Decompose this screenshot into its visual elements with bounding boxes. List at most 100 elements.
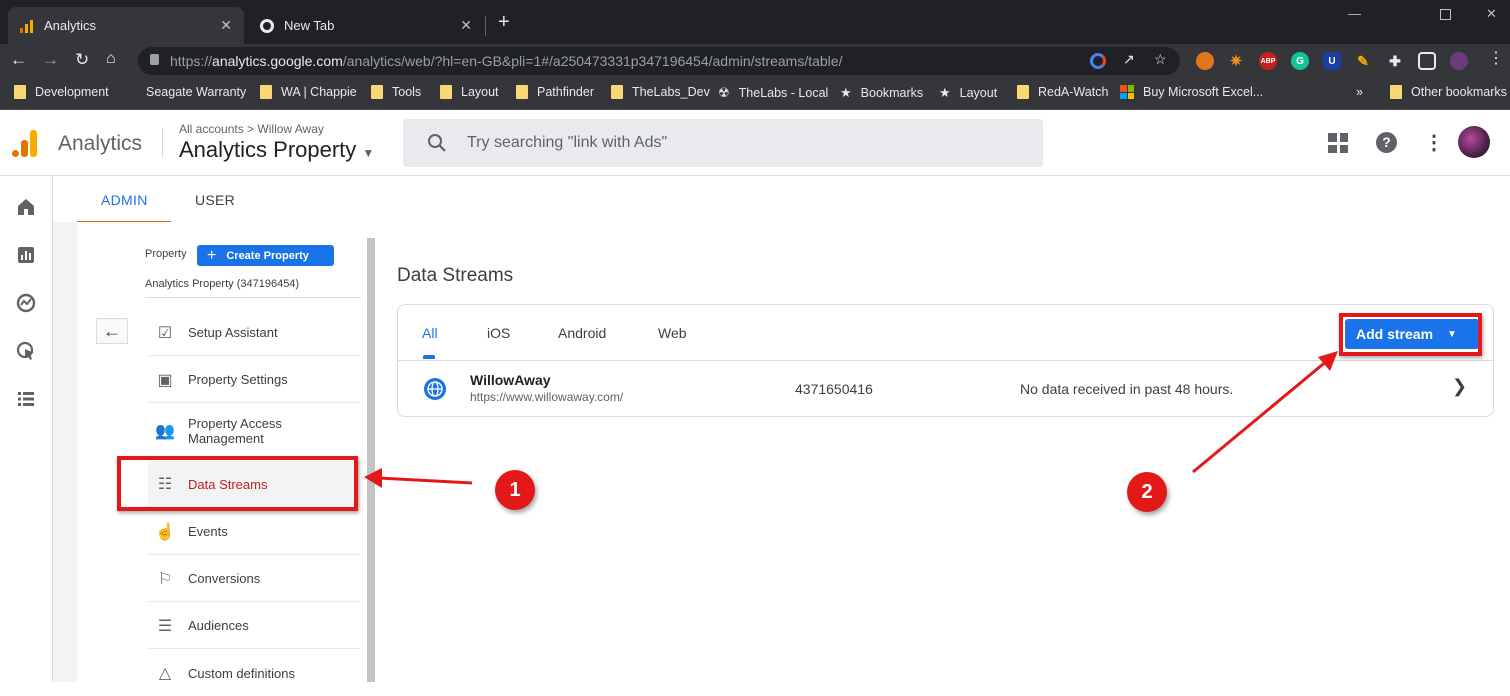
metamask-extension-icon[interactable] <box>1196 52 1214 70</box>
google-icon[interactable] <box>1090 53 1106 69</box>
bookmark-item[interactable]: Development <box>14 85 109 99</box>
close-window-icon[interactable]: ✕ <box>1486 6 1497 22</box>
reload-icon[interactable]: ↻ <box>75 50 89 70</box>
bookmark-item[interactable]: Pathfinder <box>516 85 594 99</box>
shapes-icon: △ <box>158 665 172 682</box>
grammarly-extension-icon[interactable]: G <box>1291 52 1309 70</box>
stream-name: WillowAway <box>470 372 551 388</box>
folder-icon <box>611 85 623 99</box>
bookmark-item[interactable]: Layout <box>440 85 499 99</box>
reports-icon[interactable] <box>15 244 37 266</box>
filter-tab-web[interactable]: Web <box>658 325 687 341</box>
search-input[interactable]: Try searching "link with Ads" <box>403 119 1043 167</box>
home-icon[interactable] <box>15 196 37 218</box>
bookmark-item[interactable]: Buy Microsoft Excel... <box>1120 85 1263 99</box>
bookmark-item[interactable]: WA | Chappie <box>260 85 357 99</box>
filter-tab-all[interactable]: All <box>422 325 438 341</box>
tab-new-tab[interactable]: New Tab ✕ <box>248 7 484 44</box>
advertising-icon[interactable] <box>15 340 37 362</box>
puzzle-extensions-icon[interactable]: ✚ <box>1386 52 1404 70</box>
browser-tab-bar: Analytics ✕ New Tab ✕ + — ✕ <box>0 0 1510 44</box>
chrome-favicon-icon <box>260 18 274 33</box>
nav-events[interactable]: ☝ Events <box>148 509 360 555</box>
bookmark-label: TheLabs_Dev <box>632 85 710 99</box>
nav-setup-assistant[interactable]: ☑ Setup Assistant <box>148 310 360 356</box>
help-icon[interactable]: ? <box>1376 132 1397 153</box>
analytics-logo-icon[interactable] <box>12 130 40 158</box>
forward-icon[interactable]: → <box>42 50 59 70</box>
u-extension-icon[interactable]: U <box>1323 52 1341 70</box>
bookmarks-overflow-icon[interactable]: » <box>1356 85 1363 99</box>
column-scrollbar[interactable] <box>367 238 375 682</box>
bookmark-item[interactable]: ☢ TheLabs - Local <box>718 85 828 101</box>
tab-title: Analytics <box>44 18 97 33</box>
close-tab-icon[interactable]: ✕ <box>460 17 472 34</box>
nav-audiences[interactable]: ☰ Audiences <box>148 603 360 649</box>
breadcrumb-account[interactable]: Willow Away <box>257 122 323 136</box>
more-options-icon[interactable]: ⋮ <box>1424 130 1444 155</box>
bookmark-item[interactable]: RedA-Watch <box>1017 85 1108 99</box>
explore-icon[interactable] <box>15 292 37 314</box>
create-property-button[interactable]: + Create Property <box>197 245 334 266</box>
property-label: Property <box>145 248 187 260</box>
tab-title: New Tab <box>284 18 335 33</box>
search-icon <box>428 134 446 152</box>
other-bookmarks[interactable]: Other bookmarks <box>1390 85 1507 99</box>
bookmark-label: Seagate Warranty <box>146 85 247 99</box>
color-extension-icon[interactable]: ✎ <box>1354 52 1372 70</box>
minimize-icon[interactable]: — <box>1348 6 1361 21</box>
stream-row[interactable]: WillowAway https://www.willowaway.com/ 4… <box>398 361 1493 417</box>
chevron-right-icon[interactable]: ❯ <box>1452 376 1467 397</box>
nav-conversions[interactable]: ⚐ Conversions <box>148 556 360 602</box>
property-selector[interactable]: Analytics Property ▼ <box>179 137 374 163</box>
bookmark-label: Development <box>35 85 109 99</box>
bookmark-label: Other bookmarks <box>1411 85 1507 99</box>
bookmark-label: Buy Microsoft Excel... <box>1143 85 1264 99</box>
bookmark-item[interactable]: ★ Layout <box>939 85 997 101</box>
bookmark-item[interactable]: TheLabs_Dev <box>611 85 710 99</box>
stream-status: No data received in past 48 hours. <box>1020 381 1234 397</box>
adblock-extension-icon[interactable]: ABP <box>1259 52 1277 70</box>
bookmark-item[interactable]: Seagate Warranty <box>125 85 246 99</box>
breadcrumb-all-accounts[interactable]: All accounts <box>179 122 244 136</box>
nav-label: Property Access Management <box>188 415 282 446</box>
property-divider <box>145 297 361 298</box>
people-icon: 👥 <box>155 422 175 440</box>
nav-label: Setup Assistant <box>188 325 278 340</box>
tab-analytics[interactable]: Analytics ✕ <box>8 7 244 44</box>
sidepanel-icon[interactable] <box>1418 52 1436 70</box>
close-tab-icon[interactable]: ✕ <box>220 17 232 34</box>
tab-admin[interactable]: ADMIN <box>101 192 148 208</box>
new-tab-icon[interactable]: + <box>498 12 510 32</box>
nav-custom-definitions[interactable]: △ Custom definitions <box>148 650 360 696</box>
configure-list-icon[interactable] <box>15 388 37 410</box>
nav-label: Events <box>188 524 228 539</box>
star-icon: ★ <box>939 85 951 100</box>
profile-avatar-icon[interactable] <box>1450 52 1468 70</box>
bookmark-label: Bookmarks <box>860 86 924 100</box>
filter-tab-ios[interactable]: iOS <box>487 325 510 341</box>
tab-user[interactable]: USER <box>195 192 235 208</box>
nav-property-access-management[interactable]: 👥 Property Access Management <box>148 404 360 458</box>
back-icon[interactable]: ← <box>10 50 27 70</box>
apps-grid-icon[interactable] <box>1328 133 1348 153</box>
bookmark-item[interactable]: Tools <box>371 85 421 99</box>
address-bar[interactable]: https://analytics.google.com/analytics/w… <box>138 47 1180 75</box>
bookmark-label: Tools <box>392 85 422 99</box>
home-icon[interactable]: ⌂ <box>106 50 116 68</box>
bookmark-item[interactable]: ★ Bookmarks <box>840 85 923 101</box>
maximize-icon[interactable] <box>1440 9 1451 20</box>
filter-tab-android[interactable]: Android <box>558 325 606 341</box>
dropdown-arrow-icon: ▼ <box>362 146 375 160</box>
nav-property-settings[interactable]: ▣ Property Settings <box>148 357 360 403</box>
back-arrow-button[interactable]: ← <box>96 318 128 344</box>
bookmarks-bar: Development Seagate Warranty WA | Chappi… <box>0 78 1510 110</box>
bookmark-star-icon[interactable]: ☆ <box>1154 51 1167 68</box>
share-icon[interactable]: ↗ <box>1123 51 1135 68</box>
step-badge-1: 1 <box>495 470 535 510</box>
browser-menu-icon[interactable]: ⋮ <box>1488 48 1504 68</box>
burst-extension-icon[interactable]: ✷ <box>1227 52 1245 70</box>
user-avatar[interactable] <box>1458 126 1490 158</box>
nav-label: Audiences <box>188 618 249 633</box>
folder-icon <box>440 85 452 99</box>
